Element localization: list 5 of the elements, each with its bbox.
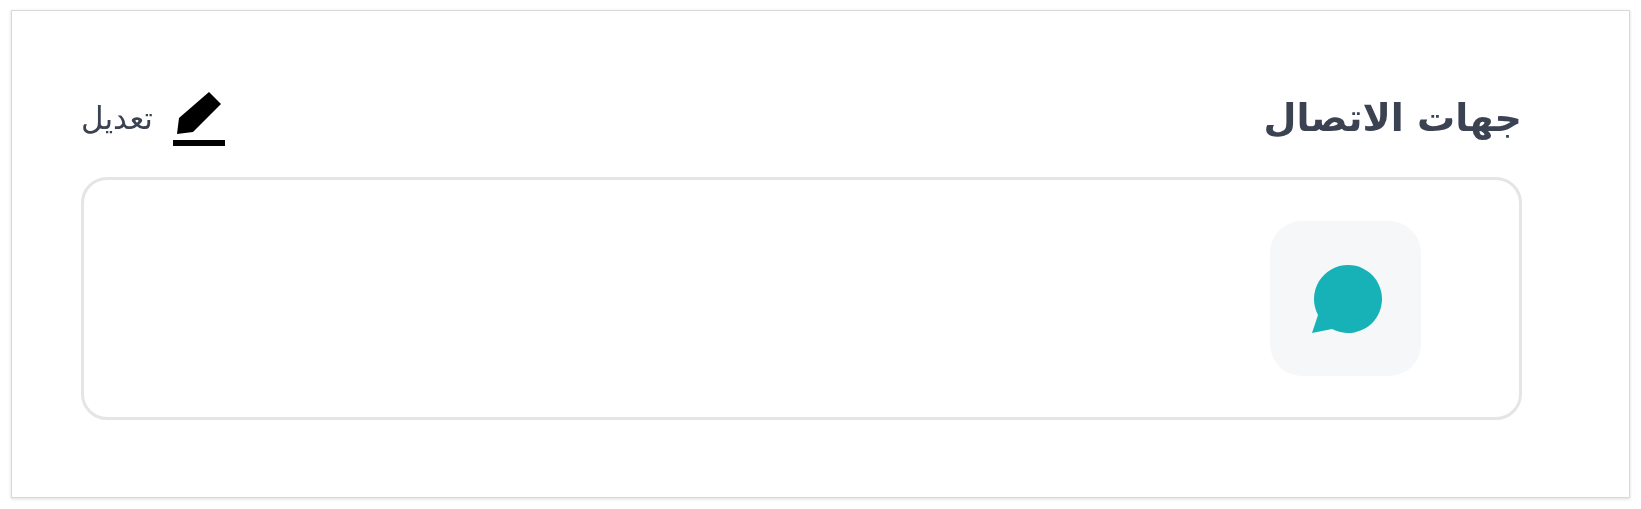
section-title: جهات الاتصال: [1263, 96, 1522, 140]
edit-button[interactable]: تعديل: [81, 90, 225, 146]
chat-bubble-icon: [1309, 262, 1382, 335]
chat-button[interactable]: [1270, 221, 1421, 376]
pencil-icon: [172, 90, 225, 146]
